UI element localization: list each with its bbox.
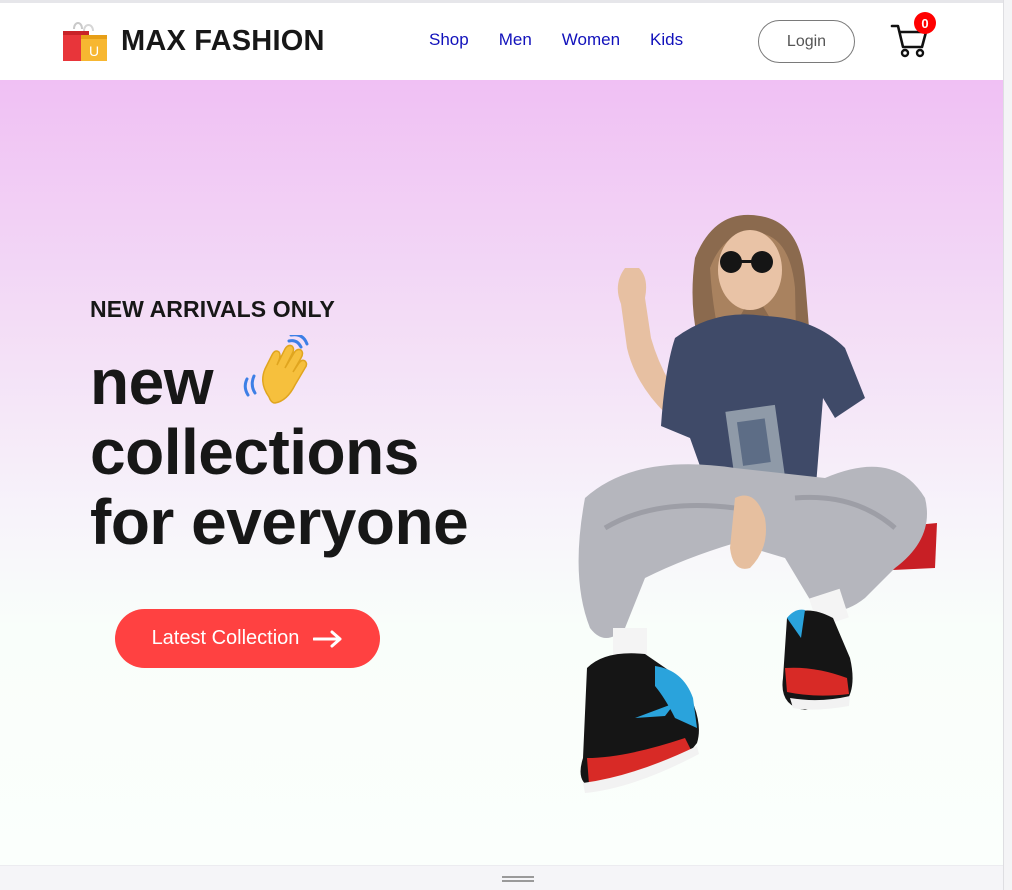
headline-line-1: new [90,335,468,418]
window-right-border [1003,0,1012,890]
logo-letter: U [89,43,99,59]
hero-tagline: NEW ARRIVALS ONLY [90,296,335,322]
brand-name: MAX FASHION [121,24,325,57]
navbar: U MAX FASHION Shop Men Women Kids Login … [0,3,1003,80]
nav-link-men[interactable]: Men [499,30,532,50]
cart-count-badge: 0 [914,12,936,34]
headline-word-new: new [90,346,213,418]
hero-section: NEW ARRIVALS ONLY new collections for ev… [0,80,1003,865]
waving-hand-icon [243,335,309,404]
bottom-bar [0,865,1003,890]
arrow-right-icon [313,630,342,647]
main-nav: Shop Men Women Kids [429,30,713,50]
nav-link-shop[interactable]: Shop [429,30,469,50]
hero-text: NEW ARRIVALS ONLY new collections for ev… [90,296,469,558]
nav-link-women[interactable]: Women [562,30,620,50]
shopping-bag-icon: U [63,22,107,61]
cart-button[interactable]: 0 [890,12,936,59]
nav-link-kids[interactable]: Kids [650,30,683,50]
headline-line-2: collections [90,416,419,488]
hero-model-image [578,214,937,793]
hero-headline: new collections for everyone [90,335,469,558]
headline-line-3: for everyone [90,486,469,558]
cta-label: Latest Collection [151,627,300,649]
resize-grip-icon[interactable] [502,876,534,882]
latest-collection-button[interactable]: Latest Collection [115,609,380,668]
brand[interactable]: U MAX FASHION [62,19,325,63]
login-button[interactable]: Login [758,20,855,63]
